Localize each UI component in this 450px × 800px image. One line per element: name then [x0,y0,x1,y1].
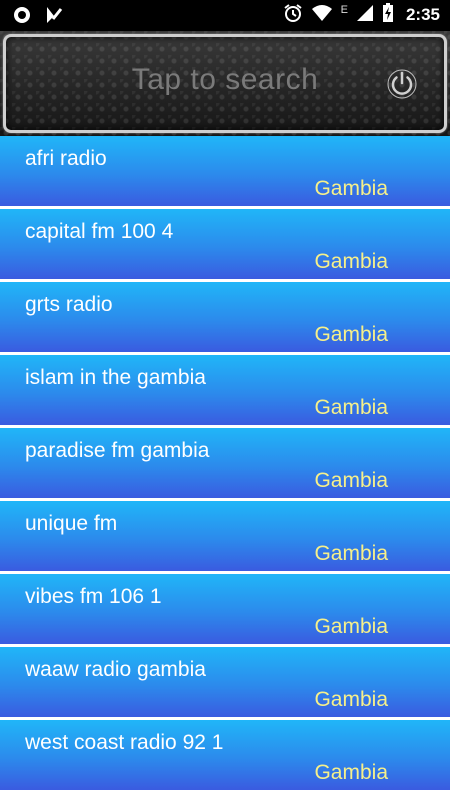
station-list: afri radio Gambia capital fm 100 4 Gambi… [0,136,450,800]
station-country: Gambia [314,396,388,419]
list-item[interactable]: capital fm 100 4 Gambia [0,209,450,282]
list-item[interactable]: west coast radio 92 1 Gambia [0,720,450,793]
list-item[interactable]: islam in the gambia Gambia [0,355,450,428]
battery-charging-icon [382,2,394,28]
list-item[interactable]: grts radio Gambia [0,282,450,355]
station-name: afri radio [25,147,107,170]
station-country: Gambia [314,469,388,492]
list-item[interactable]: vibes fm 106 1 Gambia [0,574,450,647]
station-country: Gambia [314,615,388,638]
clock-time: 2:35 [405,5,440,24]
station-country: Gambia [314,250,388,273]
station-name: west coast radio 92 1 [25,731,224,754]
list-item[interactable]: afri radio Gambia [0,136,450,209]
search-field[interactable]: Tap to search [0,63,450,97]
record-icon [12,5,32,30]
wifi-icon [311,4,333,27]
list-item[interactable]: unique fm Gambia [0,501,450,574]
search-header: Tap to search [0,31,450,136]
status-bar: E 2:35 [0,0,450,31]
network-type-label: E [340,4,348,16]
station-name: islam in the gambia [25,366,206,389]
alarm-icon [283,3,303,28]
station-name: grts radio [25,293,113,316]
station-country: Gambia [314,761,388,784]
station-name: unique fm [25,512,118,535]
station-name: capital fm 100 4 [25,220,174,243]
station-name: vibes fm 106 1 [25,585,162,608]
power-icon[interactable] [386,68,418,100]
station-name: waaw radio gambia [25,658,206,681]
list-item[interactable]: waaw radio gambia Gambia [0,647,450,720]
station-country: Gambia [314,688,388,711]
signal-icon [356,4,374,27]
station-country: Gambia [314,323,388,346]
station-country: Gambia [314,542,388,565]
list-item[interactable]: paradise fm gambia Gambia [0,428,450,501]
station-country: Gambia [314,177,388,200]
app-notification-icon [44,5,64,30]
station-name: paradise fm gambia [25,439,210,462]
